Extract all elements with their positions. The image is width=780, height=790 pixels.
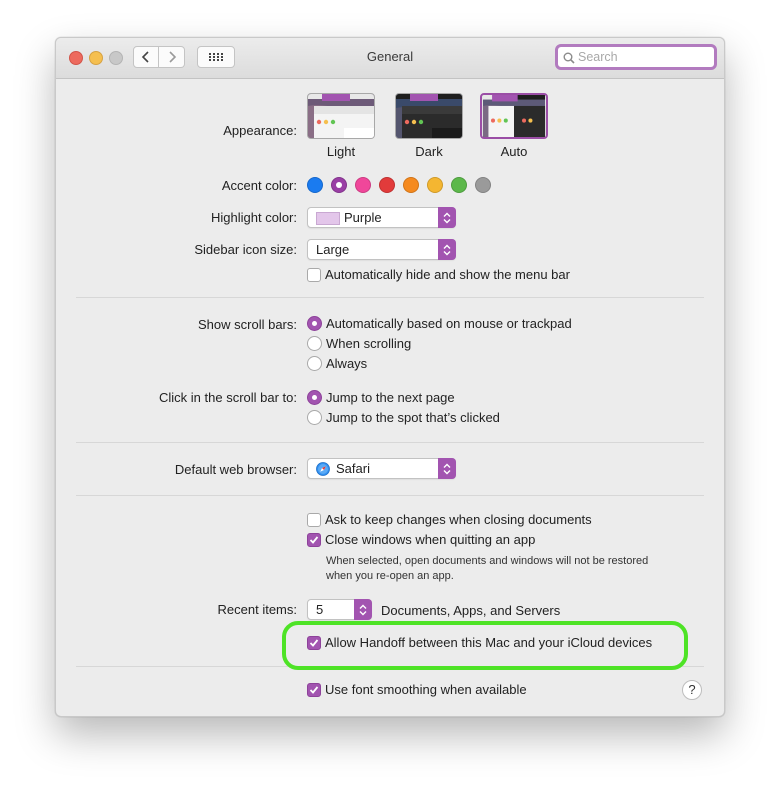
sidebar-icon-size-value: Large (316, 242, 350, 257)
appearance-dark-label: Dark (415, 144, 443, 159)
accent-color-pink[interactable] (355, 177, 371, 193)
highlight-color-popup[interactable]: Purple (307, 207, 456, 228)
jump-next-page-radio[interactable] (307, 390, 322, 405)
handoff-highlight-ring (282, 621, 688, 670)
appearance-light-label: Light (326, 144, 356, 159)
accent-color-purple[interactable] (331, 177, 347, 193)
scroll-always-label: Always (326, 356, 368, 371)
checkmark-icon (309, 686, 319, 694)
help-button[interactable]: ? (682, 680, 702, 700)
checkmark-icon (309, 536, 319, 544)
divider (76, 495, 704, 496)
title-bar: General Search (56, 38, 724, 79)
dark-appearance-preview (396, 94, 462, 138)
scroll-when-scrolling-radio[interactable] (307, 336, 322, 351)
popup-arrows-icon (438, 239, 456, 260)
ask-keep-changes-label: Ask to keep changes when closing documen… (325, 512, 592, 527)
close-windows-note-line1: When selected, open documents and window… (326, 555, 649, 567)
recent-items-label: Recent items: (217, 602, 297, 617)
preferences-window: General Search Appearance: Light Dark Au… (55, 37, 725, 717)
accent-color-orange[interactable] (403, 177, 419, 193)
search-field[interactable]: Search (555, 44, 717, 70)
scroll-when-scrolling-label: When scrolling (326, 336, 412, 351)
menu-bar-label: Automatically hide and show the menu bar (325, 267, 570, 282)
accent-color-red[interactable] (379, 177, 395, 193)
close-windows-label: Close windows when quitting an app (325, 532, 536, 547)
recent-items-popup[interactable]: 5 (307, 599, 372, 620)
appearance-dark-option[interactable] (395, 93, 463, 139)
appearance-auto-label: Auto (500, 144, 528, 159)
accent-color-graphite[interactable] (475, 177, 491, 193)
accent-color-blue[interactable] (307, 177, 323, 193)
font-smoothing-label: Use font smoothing when available (325, 682, 527, 697)
sidebar-icon-size-label: Sidebar icon size: (194, 242, 297, 257)
accent-color-label: Accent color: (221, 178, 297, 193)
default-browser-popup[interactable]: Safari (307, 458, 456, 479)
jump-to-spot-label: Jump to the spot that’s clicked (326, 410, 500, 425)
default-browser-value: Safari (336, 461, 370, 476)
highlight-color-label: Highlight color: (211, 210, 297, 225)
popup-arrows-icon (438, 207, 456, 228)
scroll-bars-label: Show scroll bars: (198, 317, 297, 332)
scroll-auto-radio[interactable] (307, 316, 322, 331)
default-browser-label: Default web browser: (174, 462, 297, 477)
close-windows-note-line2: when you re-open an app. (326, 570, 454, 582)
search-icon (563, 52, 575, 64)
safari-icon (316, 462, 330, 476)
appearance-auto-option[interactable] (480, 93, 548, 139)
close-windows-checkbox[interactable] (307, 533, 321, 547)
divider (76, 442, 704, 443)
selected-indicator (336, 182, 342, 188)
search-placeholder: Search (578, 50, 618, 64)
recent-items-value: 5 (316, 602, 324, 617)
popup-arrows-icon (438, 458, 456, 479)
menu-bar-checkbox[interactable] (307, 268, 321, 282)
recent-items-suffix: Documents, Apps, and Servers (381, 603, 561, 618)
accent-color-yellow[interactable] (427, 177, 443, 193)
font-smoothing-checkbox[interactable] (307, 683, 321, 697)
popup-arrows-icon (354, 599, 372, 620)
highlight-swatch (316, 212, 340, 225)
light-appearance-preview (308, 94, 374, 138)
click-scroll-label: Click in the scroll bar to: (159, 390, 297, 405)
scroll-auto-label: Automatically based on mouse or trackpad (326, 316, 572, 331)
accent-color-green[interactable] (451, 177, 467, 193)
appearance-label: Appearance: (223, 123, 297, 138)
scroll-always-radio[interactable] (307, 356, 322, 371)
appearance-light-option[interactable] (307, 93, 375, 139)
ask-keep-changes-checkbox[interactable] (307, 513, 321, 527)
jump-to-spot-radio[interactable] (307, 410, 322, 425)
divider (76, 297, 704, 298)
jump-next-page-label: Jump to the next page (326, 390, 455, 405)
highlight-color-value: Purple (344, 210, 382, 225)
auto-appearance-preview (482, 95, 546, 137)
sidebar-icon-size-popup[interactable]: Large (307, 239, 456, 260)
